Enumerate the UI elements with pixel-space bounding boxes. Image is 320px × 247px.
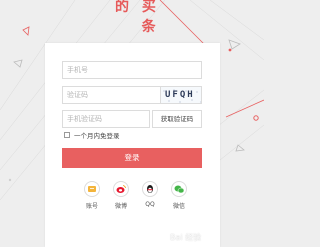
qq-icon[interactable] (142, 181, 158, 197)
social-weibo-label: 微博 (114, 203, 127, 210)
captcha-text: UFQH (165, 90, 195, 100)
captcha-image[interactable]: UFQH (160, 86, 202, 104)
remember-me[interactable]: 一个月内免登录 (64, 130, 120, 140)
login-page: { "header": { "title_fragment": "的 买\n 条… (0, 0, 264, 247)
phone-input[interactable] (62, 61, 202, 79)
login-card: UFQH 获取验证码 一个月内免登录 登录 账号 (45, 43, 220, 247)
social-wechat[interactable]: 微信 (168, 181, 190, 210)
social-account[interactable]: 账号 (81, 181, 103, 210)
social-login-row: 账号 微博 QQ 微信 (81, 181, 191, 221)
social-account-label: 账号 (85, 203, 98, 210)
wechat-icon[interactable] (171, 181, 187, 197)
remember-label: 一个月内免登录 (74, 132, 120, 140)
header-title-fragment: 的 买 条 (115, 0, 160, 36)
login-button[interactable]: 登录 (62, 148, 202, 168)
header-title-fragment-text: 的 买 条 (115, 0, 160, 35)
sms-code-input[interactable] (62, 110, 150, 128)
watermark: Bai 经验 (170, 233, 202, 242)
social-weibo[interactable]: 微博 (110, 181, 132, 210)
remember-checkbox[interactable] (64, 132, 70, 138)
account-icon[interactable] (84, 181, 100, 197)
weibo-icon[interactable] (113, 181, 129, 197)
get-sms-code-button[interactable]: 获取验证码 (152, 110, 202, 128)
social-wechat-label: 微信 (172, 203, 185, 210)
social-qq[interactable]: QQ (139, 181, 161, 208)
social-qq-label: QQ (145, 201, 155, 208)
